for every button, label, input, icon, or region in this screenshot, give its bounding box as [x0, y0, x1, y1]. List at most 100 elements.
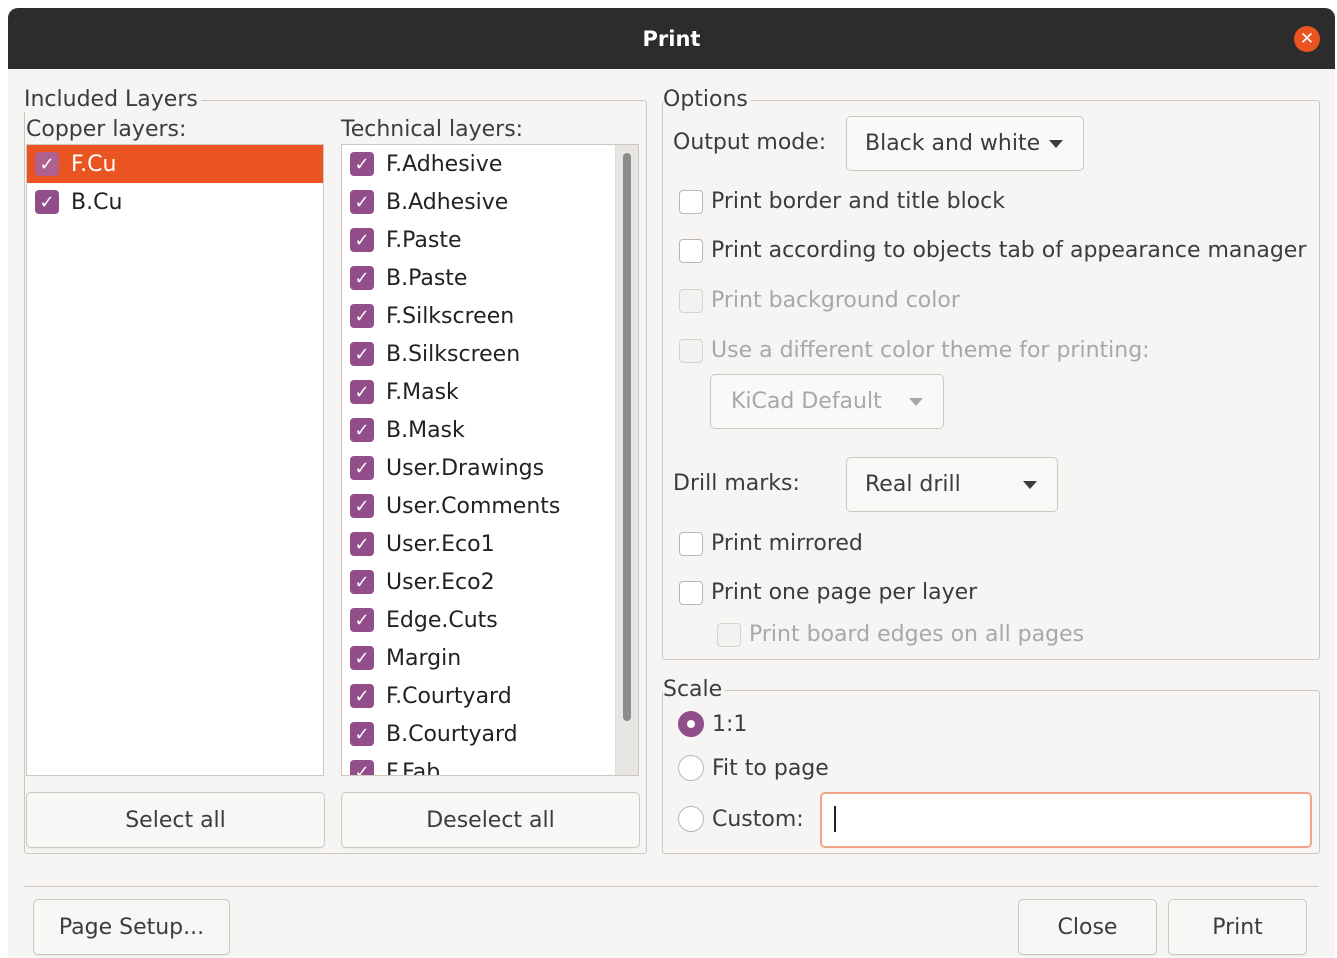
- output-mode-value: Black and white: [865, 131, 1041, 156]
- list-item-b-cu[interactable]: ✓ B.Cu: [27, 183, 323, 221]
- print-according-label: Print according to objects tab of appear…: [711, 238, 1307, 263]
- print-dialog: Print ✕ Included Layers Copper layers: T…: [8, 8, 1335, 958]
- checkbox-checked-icon[interactable]: ✓: [350, 570, 374, 594]
- list-item-f-cu[interactable]: ✓ F.Cu: [27, 145, 323, 183]
- layer-label: F.Adhesive: [386, 151, 503, 177]
- list-item-technical-layer[interactable]: ✓ F.Silkscreen: [342, 297, 616, 335]
- print-button[interactable]: Print: [1168, 899, 1307, 955]
- radio-icon[interactable]: [678, 755, 704, 781]
- checkbox-icon[interactable]: [679, 288, 703, 313]
- fit-to-page-radio[interactable]: Fit to page: [678, 755, 829, 781]
- custom-scale-label: Custom:: [712, 806, 804, 832]
- checkbox-checked-icon[interactable]: ✓: [35, 190, 59, 214]
- print-background-label: Print background color: [711, 288, 960, 313]
- scale-1-1-radio[interactable]: 1:1: [678, 711, 747, 737]
- dropdown-arrow-icon: [909, 397, 923, 406]
- list-item-technical-layer[interactable]: ✓ B.Mask: [342, 411, 616, 449]
- checkbox-checked-icon[interactable]: ✓: [350, 380, 374, 404]
- layer-label: F.Courtyard: [386, 683, 512, 709]
- dropdown-arrow-icon: [1049, 139, 1063, 148]
- use-theme-label: Use a different color theme for printing…: [711, 338, 1150, 363]
- one-page-per-layer-checkbox[interactable]: Print one page per layer: [679, 580, 977, 605]
- drill-marks-value: Real drill: [865, 472, 961, 497]
- checkbox-checked-icon[interactable]: ✓: [350, 190, 374, 214]
- list-item-technical-layer[interactable]: ✓ Margin: [342, 639, 616, 677]
- checkbox-icon[interactable]: [679, 338, 703, 363]
- close-window-icon[interactable]: ✕: [1294, 26, 1320, 52]
- checkbox-icon[interactable]: [679, 238, 703, 263]
- layer-label: User.Eco1: [386, 531, 495, 557]
- checkbox-checked-icon[interactable]: ✓: [350, 266, 374, 290]
- deselect-all-button[interactable]: Deselect all: [341, 792, 640, 848]
- print-background-checkbox[interactable]: Print background color: [679, 288, 960, 313]
- custom-scale-radio[interactable]: Custom:: [678, 806, 804, 832]
- list-item-technical-layer[interactable]: ✓ F.Mask: [342, 373, 616, 411]
- checkbox-checked-icon[interactable]: ✓: [350, 304, 374, 328]
- board-edges-checkbox[interactable]: Print board edges on all pages: [717, 622, 1084, 647]
- text-caret: [834, 806, 836, 832]
- list-item-technical-layer[interactable]: ✓ F.Adhesive: [342, 145, 616, 183]
- list-item-technical-layer[interactable]: ✓ User.Comments: [342, 487, 616, 525]
- layer-label: F.Silkscreen: [386, 303, 515, 329]
- list-item-technical-layer[interactable]: ✓ B.Adhesive: [342, 183, 616, 221]
- checkbox-checked-icon[interactable]: ✓: [350, 684, 374, 708]
- output-mode-dropdown[interactable]: Black and white: [846, 116, 1084, 171]
- list-item-technical-layer[interactable]: ✓ User.Eco1: [342, 525, 616, 563]
- radio-icon[interactable]: [678, 806, 704, 832]
- custom-scale-input[interactable]: [820, 792, 1312, 848]
- print-mirrored-checkbox[interactable]: Print mirrored: [679, 531, 863, 556]
- list-item-technical-layer[interactable]: ✓ B.Courtyard: [342, 715, 616, 753]
- list-item-technical-layer[interactable]: ✓ F.Paste: [342, 221, 616, 259]
- page-setup-button[interactable]: Page Setup...: [33, 899, 230, 955]
- layer-label: User.Drawings: [386, 455, 545, 481]
- checkbox-checked-icon[interactable]: ✓: [350, 760, 374, 775]
- checkbox-checked-icon[interactable]: ✓: [350, 342, 374, 366]
- technical-list-scrollbar[interactable]: [615, 145, 638, 775]
- scale-1-1-label: 1:1: [712, 711, 748, 737]
- print-border-checkbox[interactable]: Print border and title block: [679, 189, 1005, 214]
- technical-layers-list[interactable]: ✓ F.Adhesive ✓ B.Adhesive ✓ F.Paste ✓ B.Paste ✓ F…: [341, 144, 639, 776]
- print-according-checkbox[interactable]: Print according to objects tab of appear…: [679, 238, 1306, 263]
- checkbox-checked-icon[interactable]: ✓: [350, 228, 374, 252]
- checkbox-checked-icon[interactable]: ✓: [350, 646, 374, 670]
- layer-label: Edge.Cuts: [386, 607, 498, 633]
- layer-label: B.Mask: [386, 417, 465, 443]
- copper-layers-list[interactable]: ✓ F.Cu ✓ B.Cu: [26, 144, 324, 776]
- checkbox-checked-icon[interactable]: ✓: [350, 418, 374, 442]
- list-item-technical-layer[interactable]: ✓ F.Fab: [342, 753, 616, 776]
- radio-selected-icon[interactable]: [678, 711, 704, 737]
- layer-label: F.Paste: [386, 227, 462, 253]
- checkbox-icon[interactable]: [679, 531, 703, 556]
- checkbox-icon[interactable]: [717, 622, 741, 647]
- list-item-technical-layer[interactable]: ✓ Edge.Cuts: [342, 601, 616, 639]
- select-all-button[interactable]: Select all: [26, 792, 325, 848]
- layer-label: F.Fab: [386, 759, 441, 776]
- list-item-technical-layer[interactable]: ✓ B.Paste: [342, 259, 616, 297]
- color-theme-dropdown[interactable]: KiCad Default: [710, 374, 944, 429]
- drill-marks-dropdown[interactable]: Real drill: [846, 457, 1058, 512]
- checkbox-checked-icon[interactable]: ✓: [350, 456, 374, 480]
- checkbox-checked-icon[interactable]: ✓: [350, 494, 374, 518]
- technical-layers-label: Technical layers:: [341, 117, 524, 142]
- layer-label: B.Courtyard: [386, 721, 518, 747]
- layer-label: B.Cu: [71, 189, 123, 215]
- checkbox-icon[interactable]: [679, 189, 703, 214]
- close-button[interactable]: Close: [1018, 899, 1157, 955]
- list-item-technical-layer[interactable]: ✓ User.Drawings: [342, 449, 616, 487]
- layer-label: F.Cu: [71, 151, 117, 177]
- checkbox-icon[interactable]: [679, 580, 703, 605]
- use-theme-checkbox[interactable]: Use a different color theme for printing…: [679, 338, 1150, 363]
- layer-label: B.Adhesive: [386, 189, 509, 215]
- checkbox-checked-icon[interactable]: ✓: [350, 608, 374, 632]
- checkbox-checked-icon[interactable]: ✓: [35, 152, 59, 176]
- checkbox-checked-icon[interactable]: ✓: [350, 152, 374, 176]
- board-edges-label: Print board edges on all pages: [749, 622, 1085, 647]
- list-item-technical-layer[interactable]: ✓ B.Silkscreen: [342, 335, 616, 373]
- checkbox-checked-icon[interactable]: ✓: [350, 722, 374, 746]
- dialog-title: Print: [642, 26, 701, 51]
- scrollbar-thumb[interactable]: [623, 153, 631, 721]
- one-page-per-layer-label: Print one page per layer: [711, 580, 978, 605]
- list-item-technical-layer[interactable]: ✓ F.Courtyard: [342, 677, 616, 715]
- list-item-technical-layer[interactable]: ✓ User.Eco2: [342, 563, 616, 601]
- checkbox-checked-icon[interactable]: ✓: [350, 532, 374, 556]
